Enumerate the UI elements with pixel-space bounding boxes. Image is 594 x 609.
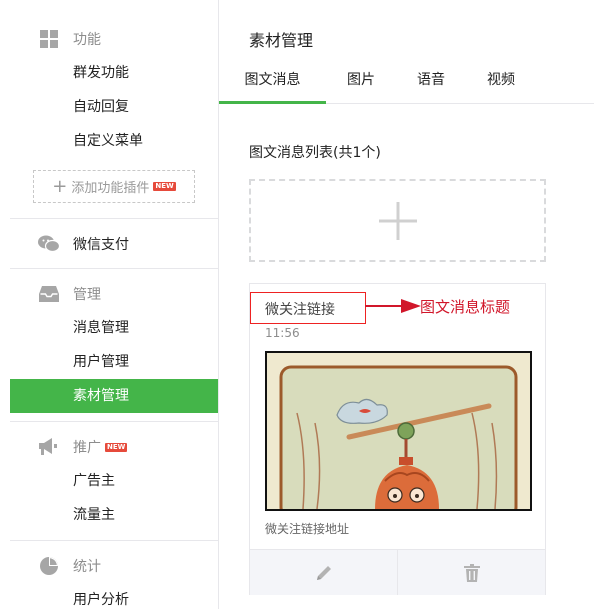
sidebar-group-label: 统计	[73, 559, 101, 575]
add-news-button[interactable]	[249, 179, 546, 262]
pencil-icon	[316, 565, 331, 580]
sidebar-group-manage: 管理	[10, 277, 218, 311]
card-title: 微关注链接	[265, 302, 335, 318]
sidebar-item-custom-menu[interactable]: 自定义菜单	[10, 124, 218, 158]
sidebar-item-user-analysis[interactable]: 用户分析	[10, 583, 218, 609]
card-description: 微关注链接地址	[265, 522, 350, 536]
new-badge: NEW	[153, 182, 176, 191]
card-cover-image	[265, 351, 532, 511]
pie-chart-icon	[38, 555, 60, 577]
tab-voice[interactable]: 语音	[409, 62, 453, 104]
sidebar-item-advertiser[interactable]: 广告主	[10, 464, 218, 498]
main-panel: 素材管理 图文消息 图片 语音 视频 图文消息列表(共1个) 微关注链接 11:…	[219, 0, 594, 609]
sidebar-group-label: 功能	[73, 32, 101, 48]
sidebar-group-promote: 推广 NEW	[10, 430, 218, 464]
sidebar-item-user-manage[interactable]: 用户管理	[10, 345, 218, 379]
annotation-label: 图文消息标题	[420, 298, 511, 316]
card-time: 11:56	[265, 326, 300, 340]
sidebar: 功能 群发功能 自动回复 自定义菜单 + 添加功能插件 NEW 微信支付 管理 …	[10, 0, 219, 609]
plus-icon: +	[52, 175, 68, 197]
edit-button[interactable]	[250, 550, 397, 595]
sidebar-group-function: 功能	[10, 22, 218, 56]
megaphone-icon	[38, 436, 60, 458]
sidebar-group-label: 管理	[73, 287, 101, 303]
tab-video[interactable]: 视频	[479, 62, 523, 104]
new-badge: NEW	[105, 442, 128, 452]
sidebar-group-label: 推广	[73, 440, 101, 456]
inbox-icon	[38, 283, 60, 305]
sidebar-group-stats: 统计	[10, 549, 218, 583]
wechat-icon	[38, 233, 60, 255]
tab-news[interactable]: 图文消息	[219, 62, 326, 104]
news-card[interactable]: 微关注链接 11:56 微关注链接地址	[249, 283, 546, 595]
add-plugin-label: 添加功能插件	[71, 181, 150, 196]
sidebar-item-wechat-pay[interactable]: 微信支付	[10, 227, 218, 261]
add-plugin-button[interactable]: + 添加功能插件 NEW	[33, 170, 195, 203]
sidebar-item-message-manage[interactable]: 消息管理	[10, 311, 218, 345]
sidebar-item-publisher[interactable]: 流量主	[10, 498, 218, 532]
card-actions	[250, 549, 545, 595]
delete-button[interactable]	[397, 550, 545, 595]
sidebar-item-label: 微信支付	[73, 237, 129, 253]
sidebar-item-material-manage[interactable]: 素材管理	[10, 379, 218, 413]
page-title: 素材管理	[249, 31, 314, 50]
plus-icon	[378, 201, 417, 240]
sidebar-item-mass-send[interactable]: 群发功能	[10, 56, 218, 90]
tab-bar: 图文消息 图片 语音 视频	[219, 62, 594, 104]
sidebar-item-auto-reply[interactable]: 自动回复	[10, 90, 218, 124]
tab-image[interactable]: 图片	[339, 62, 383, 104]
trash-icon	[463, 563, 480, 582]
grid-icon	[38, 28, 60, 50]
card-title-highlight: 微关注链接	[250, 292, 366, 324]
list-title: 图文消息列表(共1个)	[249, 145, 381, 161]
annotation-arrow	[365, 299, 421, 313]
